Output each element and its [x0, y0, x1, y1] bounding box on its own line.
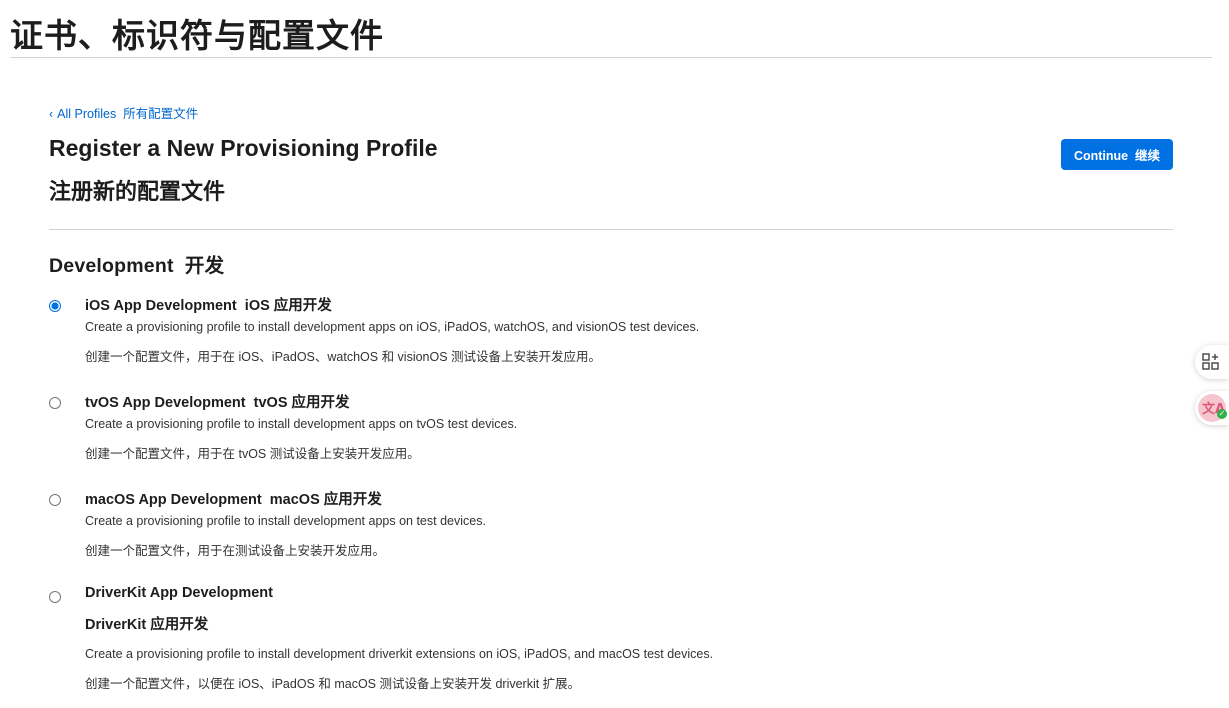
radio-tvos-app-development[interactable]: [49, 397, 61, 409]
page-title-translation: 注册新的配置文件: [49, 179, 226, 204]
chevron-left-icon: ‹: [49, 107, 54, 121]
option-description-translation: 创建一个配置文件，用于在 tvOS 测试设备上安装开发应用。: [85, 447, 420, 461]
option-description: Create a provisioning profile to install…: [85, 514, 486, 528]
option-description-translation: 创建一个配置文件，用于在测试设备上安装开发应用。: [85, 544, 386, 558]
option-title: macOS App Development macOS 应用开发: [85, 492, 382, 508]
breadcrumb-all-profiles[interactable]: ‹ All Profiles 所有配置文件: [49, 103, 198, 122]
grid-plus-icon: [1202, 353, 1219, 370]
check-icon: ✓: [1217, 409, 1227, 419]
radio-ios-app-development[interactable]: [49, 300, 61, 312]
option-description: Create a provisioning profile to install…: [85, 417, 518, 431]
breadcrumb-label: All Profiles 所有配置文件: [57, 107, 199, 121]
continue-button[interactable]: Continue 继续: [1061, 139, 1173, 170]
option-description-translation: 创建一个配置文件，用于在 iOS、iPadOS、watchOS 和 vision…: [85, 350, 602, 364]
section-divider: [49, 229, 1173, 230]
page-header-title: 证书、标识符与配置文件: [10, 17, 384, 54]
option-description: Create a provisioning profile to install…: [85, 647, 714, 661]
section-title-development: Development 开发: [49, 255, 225, 277]
radio-macos-app-development[interactable]: [49, 494, 61, 506]
option-title: tvOS App Development tvOS 应用开发: [85, 395, 350, 411]
radio-driverkit-app-development[interactable]: [49, 591, 61, 603]
side-apps-button[interactable]: [1195, 345, 1229, 379]
page-header: 证书、标识符与配置文件: [10, 0, 1212, 58]
option-title: iOS App Development iOS 应用开发: [85, 298, 332, 314]
option-description: Create a provisioning profile to install…: [85, 320, 700, 334]
side-translate-button[interactable]: 文A ✓: [1195, 391, 1229, 425]
option-description-translation: 创建一个配置文件，以便在 iOS、iPadOS 和 macOS 测试设备上安装开…: [85, 677, 581, 691]
option-title: DriverKit App Development: [85, 585, 273, 601]
option-title-translation: DriverKit 应用开发: [85, 617, 209, 633]
page-title: Register a New Provisioning Profile: [49, 135, 438, 161]
